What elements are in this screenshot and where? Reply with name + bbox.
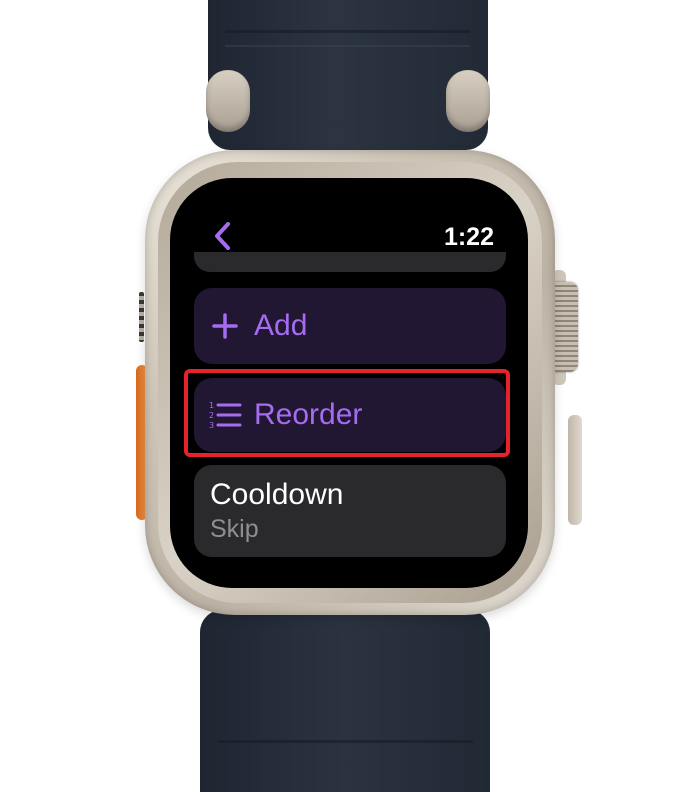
band-groove bbox=[225, 30, 470, 33]
previous-list-item bbox=[194, 252, 506, 272]
add-label: Add bbox=[254, 309, 308, 342]
cooldown-list-item[interactable]: Cooldown Skip bbox=[194, 465, 506, 557]
add-button[interactable]: Add bbox=[194, 288, 506, 364]
watch-lug-left bbox=[206, 70, 250, 132]
speaker-grille bbox=[139, 292, 144, 342]
watch-lug-right bbox=[446, 70, 490, 132]
band-groove bbox=[218, 740, 473, 743]
cooldown-subtitle: Skip bbox=[210, 515, 259, 543]
cooldown-title: Cooldown bbox=[210, 478, 344, 511]
back-button[interactable] bbox=[208, 218, 238, 254]
highlight-box bbox=[184, 369, 510, 457]
side-button[interactable] bbox=[568, 415, 582, 525]
watch-band-bottom bbox=[200, 610, 490, 792]
band-groove bbox=[225, 45, 470, 47]
watch-band-top bbox=[208, 0, 488, 150]
status-time: 1:22 bbox=[443, 223, 494, 251]
plus-icon bbox=[208, 309, 242, 343]
chevron-left-icon bbox=[215, 222, 230, 250]
